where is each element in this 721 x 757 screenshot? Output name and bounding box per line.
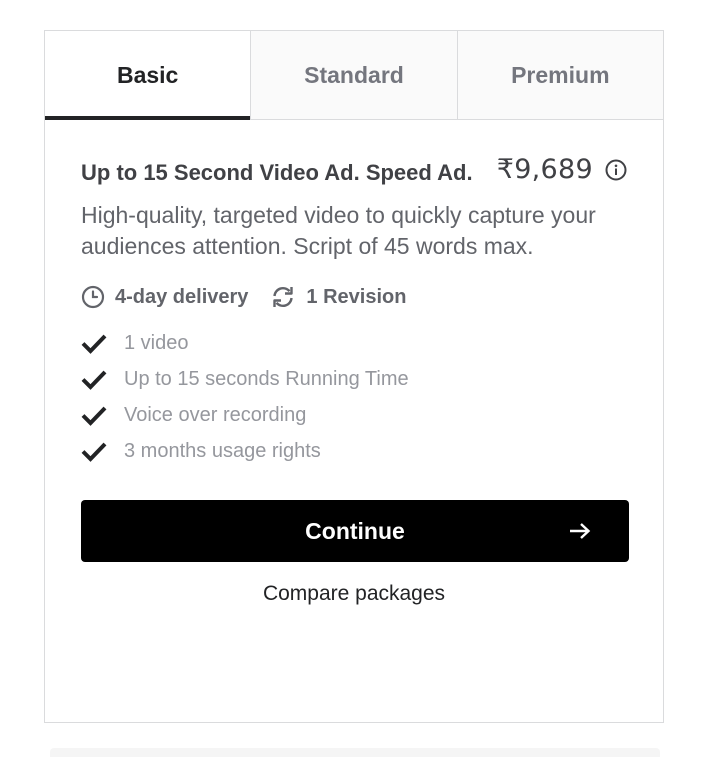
continue-label: Continue [305,517,405,544]
info-icon[interactable] [605,159,627,181]
feature-item: 3 months usage rights [81,433,627,469]
feature-item: Voice over recording [81,397,627,433]
check-icon [81,332,107,354]
feature-label: 1 video [124,331,189,354]
feature-item: 1 video [81,325,627,361]
refresh-icon [270,285,296,309]
continue-button[interactable]: Continue [81,500,629,562]
tab-basic[interactable]: Basic [45,31,251,120]
arrow-right-icon [569,522,591,540]
package-title: Up to 15 Second Video Ad. Speed Ad. [81,160,473,185]
revisions: 1 Revision [270,285,406,309]
clock-icon [81,285,105,309]
title-row: Up to 15 Second Video Ad. Speed Ad. ₹9,6… [81,154,627,190]
feature-list: 1 video Up to 15 seconds Running Time Vo… [81,325,627,469]
tab-standard[interactable]: Standard [250,31,457,119]
tab-premium[interactable]: Premium [456,31,663,119]
feature-label: 3 months usage rights [124,439,321,462]
price-wrap: ₹9,689 [497,154,627,185]
feature-item: Up to 15 seconds Running Time [81,361,627,397]
next-card-edge [50,748,660,757]
check-icon [81,440,107,462]
feature-label: Voice over recording [124,403,307,426]
package-description: High-quality, targeted video to quickly … [81,202,596,259]
delivery-label: 4-day delivery [115,285,249,308]
compare-packages-link[interactable]: Compare packages [81,582,627,606]
package-price: ₹9,689 [496,154,593,185]
delivery-time: 4-day delivery [81,285,248,309]
check-icon [81,368,107,390]
package-tabs: Basic Standard Premium [45,31,663,120]
revisions-label: 1 Revision [306,285,407,308]
package-card: Basic Standard Premium Up to 15 Second V… [44,30,664,723]
feature-label: Up to 15 seconds Running Time [124,367,409,390]
delivery-meta: 4-day delivery 1 Revision [81,285,627,309]
package-content: Up to 15 Second Video Ad. Speed Ad. ₹9,6… [45,120,663,606]
check-icon [81,404,107,426]
